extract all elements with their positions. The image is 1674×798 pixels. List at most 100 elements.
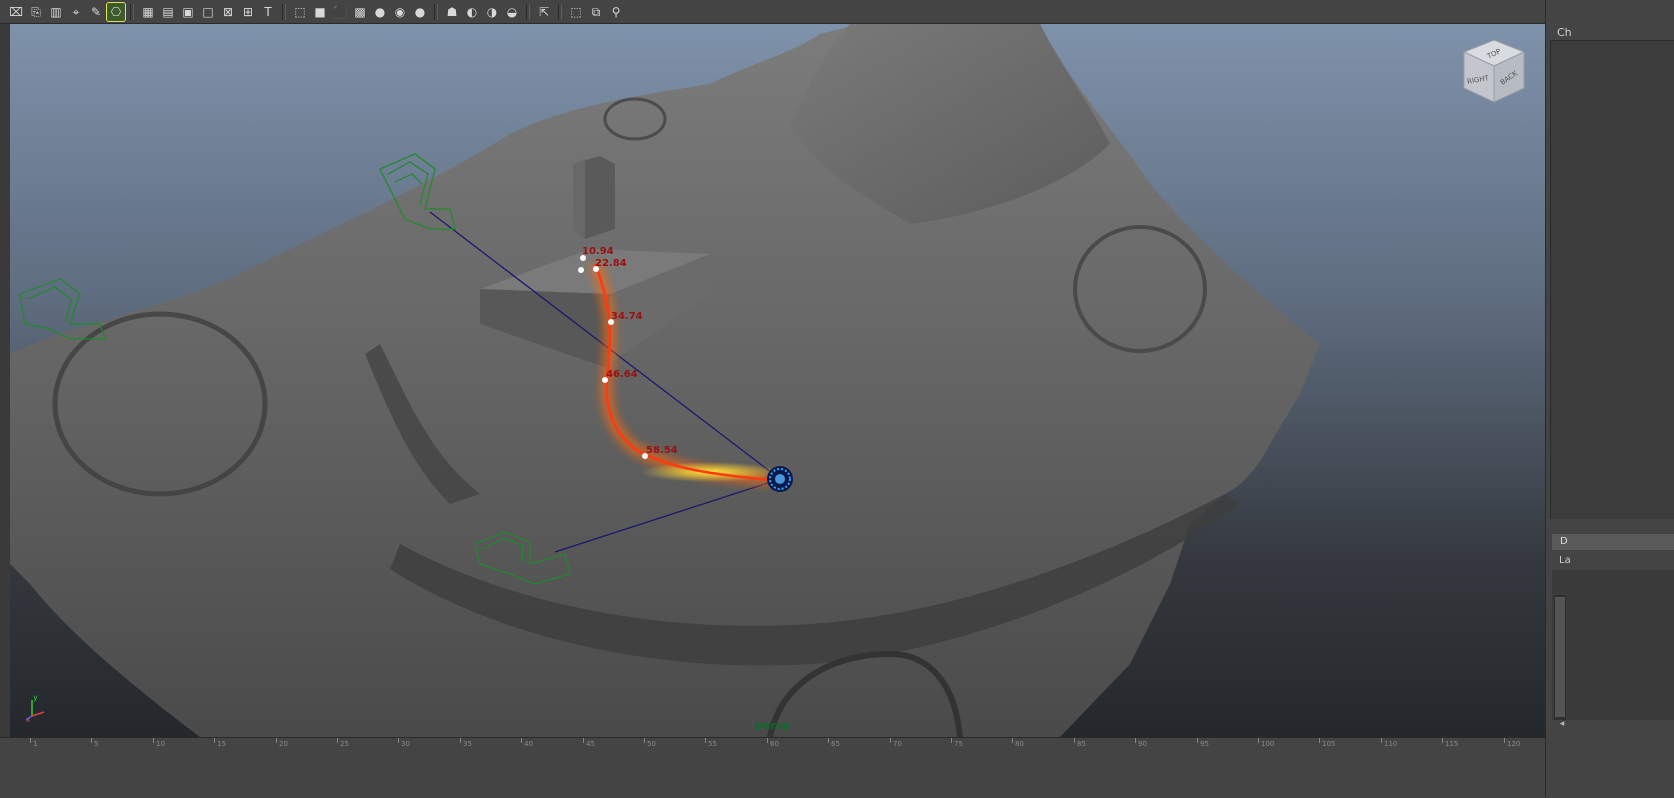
time-slider-number: 105 (1322, 740, 1336, 748)
toolbar-separator (282, 3, 286, 20)
time-slider-tick (1135, 738, 1136, 743)
frame-label: 22.84 (595, 258, 627, 269)
wireframe-on-shaded-icon[interactable]: ⬛ (331, 3, 349, 21)
time-slider-number: 85 (1077, 740, 1086, 748)
scroll-left-arrow-icon[interactable]: ◂ (1556, 718, 1568, 730)
wireframe-icon[interactable]: ⬚ (291, 3, 309, 21)
resolution-gate-icon[interactable]: ⊠ (219, 3, 237, 21)
smooth-shade-icon[interactable]: ■ (311, 3, 329, 21)
motion-path-key (578, 267, 584, 273)
2d-pan-zoom-icon[interactable]: ⌖ (67, 3, 85, 21)
node-editor-icon[interactable]: ⚲ (607, 3, 625, 21)
time-slider-ticks: 1 5 10 15 20 25 30 35 40 45 50 55 60 65 70 75 80 85 90 95 10… (10, 738, 1545, 748)
time-slider-tick (214, 738, 215, 743)
default-material-icon[interactable]: ● (411, 3, 429, 21)
time-slider-tick (460, 738, 461, 743)
grid-icon[interactable]: ▦ (139, 3, 157, 21)
channel-box-area[interactable] (1550, 40, 1674, 519)
time-slider-number: 120 (1507, 740, 1521, 748)
time-slider-tick (1319, 738, 1320, 743)
single-pane-icon[interactable]: ⬚ (567, 3, 585, 21)
time-slider-number: 90 (1138, 740, 1147, 748)
image-plane-icon[interactable]: ▥ (47, 3, 65, 21)
display-layer-tab[interactable]: D (1552, 534, 1674, 550)
toolbar-separator (434, 3, 438, 20)
time-slider-number: 55 (708, 740, 717, 748)
two-pane-icon[interactable]: ⧉ (587, 3, 605, 21)
xray-joints-icon[interactable]: ◑ (483, 3, 501, 21)
time-slider-tick (398, 738, 399, 743)
time-slider-tick (91, 738, 92, 743)
time-slider-number: 25 (340, 740, 349, 748)
film-gate-icon[interactable]: ⎔ (106, 1, 126, 22)
time-slider-tick (767, 738, 768, 743)
panel-layout-group: ⬚ ⧉ ⚲ (566, 0, 626, 24)
channel-box-label[interactable]: Ch (1557, 26, 1572, 39)
selection-group: ⇱ (534, 0, 554, 24)
time-slider-tick (337, 738, 338, 743)
time-slider-tick (828, 738, 829, 743)
time-slider-tick (153, 738, 154, 743)
camera-name-label: persp (755, 719, 791, 732)
use-all-lights-icon[interactable]: ● (371, 3, 389, 21)
backface-icon[interactable]: ◒ (503, 3, 521, 21)
time-slider-number: 5 (94, 740, 99, 748)
time-slider-number: 30 (401, 740, 410, 748)
3d-viewport[interactable]: 10.94 22.84 34.74 46.64 58.54 TOP RIGHT … (10, 24, 1545, 737)
toolbar-separator (526, 3, 530, 20)
axis-x-label: x (26, 715, 31, 722)
field-chart-icon[interactable]: ▤ (159, 3, 177, 21)
xray-icon[interactable]: ◐ (463, 3, 481, 21)
camera-attributes-icon[interactable]: ⌧ (7, 3, 25, 21)
viewcube[interactable]: TOP RIGHT BACK (1458, 36, 1530, 108)
grease-pencil-icon[interactable]: ✎ (87, 3, 105, 21)
layer-editor-area[interactable] (1552, 570, 1674, 720)
time-slider-tick (1258, 738, 1259, 743)
time-slider-number: 45 (586, 740, 595, 748)
safe-title-icon[interactable]: □ (199, 3, 217, 21)
display-toggles-group: ▦ ▤ ▣ □ ⊠ ⊞ T (138, 0, 278, 24)
render-quality-group: ☗ ◐ ◑ ◒ (442, 0, 522, 24)
time-slider-tick (521, 738, 522, 743)
toolbar-separator (558, 3, 562, 20)
heads-up-display-icon[interactable]: T (259, 3, 277, 21)
viewport-panel-toolbar: ⌧ ⎘ ▥ ⌖ ✎ ⎔ ▦ ▤ ▣ □ ⊠ ⊞ T ⬚ ■ ⬛ ▩ ● ◉ ● ☗ ◐ ◑ ◒ ⇱ ⬚ ⧉ ⚲ (0, 0, 1674, 24)
scrollbar-thumb[interactable] (1555, 597, 1565, 717)
time-slider-number: 65 (831, 740, 840, 748)
time-slider-tick (890, 738, 891, 743)
time-slider-number: 110 (1384, 740, 1398, 748)
isolate-select-icon[interactable]: ☗ (443, 3, 461, 21)
gate-mask-icon[interactable]: ⊞ (239, 3, 257, 21)
shading-group: ⬚ ■ ⬛ ▩ ● ◉ ● (290, 0, 430, 24)
frame-label: 58.54 (646, 445, 678, 456)
time-slider-tick (951, 738, 952, 743)
time-slider-tick (1012, 738, 1013, 743)
textured-icon[interactable]: ▩ (351, 3, 369, 21)
time-slider-number: 75 (954, 740, 963, 748)
time-slider-number: 20 (279, 740, 288, 748)
time-slider-tick (1074, 738, 1075, 743)
time-slider[interactable]: 1 5 10 15 20 25 30 35 40 45 50 55 60 65 70 75 80 85 90 95 10… (0, 737, 1545, 798)
time-slider-number: 100 (1261, 740, 1275, 748)
time-slider-tick (30, 738, 31, 743)
time-slider-number: 35 (463, 740, 472, 748)
layer-scrollbar[interactable] (1554, 595, 1566, 720)
bookmark-icon[interactable]: ⎘ (27, 3, 45, 21)
select-camera-icon[interactable]: ⇱ (535, 3, 553, 21)
layers-menu-label[interactable]: La (1559, 555, 1571, 566)
scene-render[interactable] (10, 24, 1545, 737)
camera-tools-group: ⌧ ⎘ ▥ ⌖ ✎ ⎔ (6, 0, 126, 24)
time-slider-number: 40 (524, 740, 533, 748)
time-slider-number: 95 (1200, 740, 1209, 748)
time-slider-number: 80 (1015, 740, 1024, 748)
shadows-icon[interactable]: ◉ (391, 3, 409, 21)
time-slider-number: 15 (217, 740, 226, 748)
frame-label: 10.94 (582, 246, 614, 257)
time-slider-tick (583, 738, 584, 743)
panel-divider[interactable] (1550, 520, 1674, 530)
safe-action-icon[interactable]: ▣ (179, 3, 197, 21)
frame-label: 46.64 (606, 369, 638, 380)
frame-label: 34.74 (611, 311, 643, 322)
axis-y-label: y (33, 693, 38, 702)
aim-locator (767, 466, 793, 492)
